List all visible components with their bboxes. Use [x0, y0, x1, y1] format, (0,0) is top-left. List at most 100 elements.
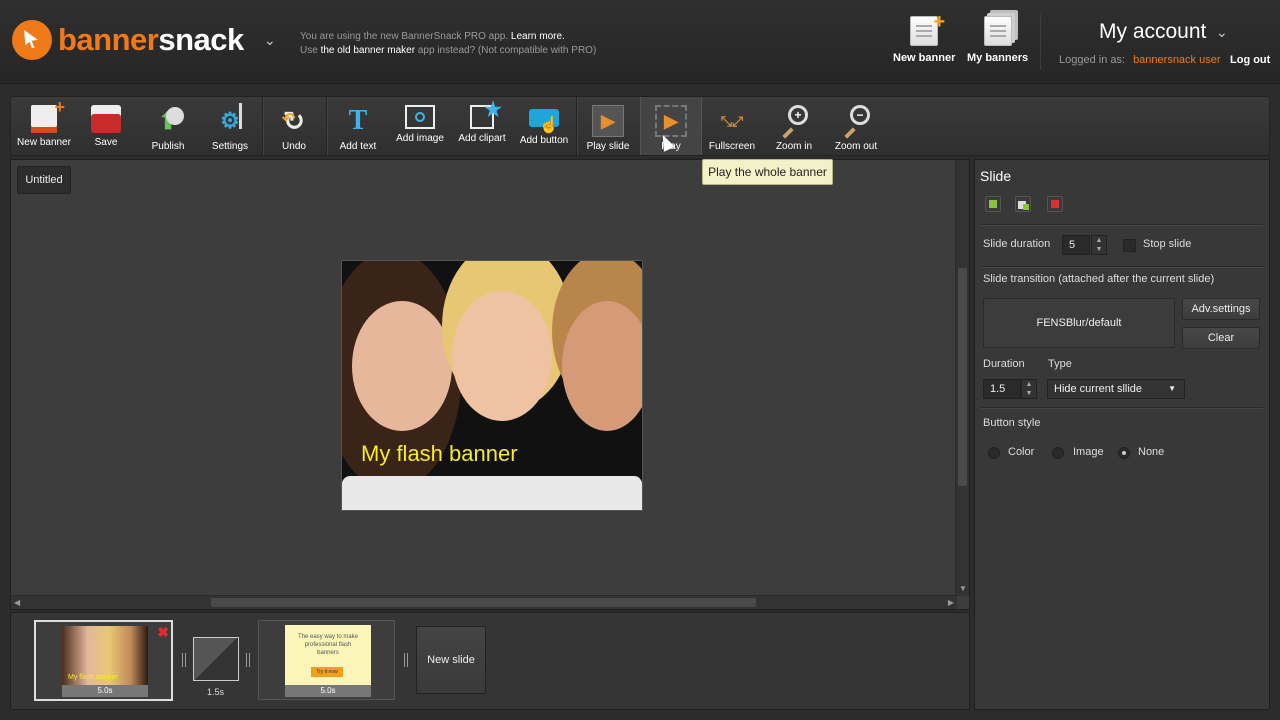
new-banner-header-label: New banner — [893, 52, 956, 64]
slide-properties-panel: Slide Slide duration 5 ▲ ▼ Stop slide Sli… — [974, 159, 1270, 710]
scroll-down-arrow-icon[interactable]: ▼ — [959, 584, 967, 593]
document-tab[interactable]: Untitled — [17, 166, 71, 194]
add-slide-icon[interactable] — [985, 196, 1001, 212]
add-image-button[interactable]: Add image — [389, 97, 451, 155]
duplicate-slide-icon[interactable] — [1015, 196, 1031, 212]
slide-duration-input[interactable]: 5 — [1062, 235, 1090, 255]
slide-1-duration: 5.0s — [62, 685, 148, 697]
play-icon: ▶ — [655, 105, 687, 137]
play-tooltip: Play the whole banner — [702, 159, 833, 185]
save-button[interactable]: Save — [75, 97, 137, 155]
transition-duration-label: 1.5s — [207, 687, 225, 697]
banner-preview[interactable]: My flash banner — [341, 260, 643, 511]
my-banners-button[interactable]: My banners — [967, 16, 1028, 64]
bannersnack-logo[interactable]: bannersnack — [12, 20, 244, 60]
slide-2-text: The easy way to make professional flash … — [297, 634, 359, 656]
new-banner-header-button[interactable]: + New banner — [893, 11, 956, 64]
type-label: Type — [1048, 358, 1072, 370]
drag-handle-icon[interactable] — [246, 653, 250, 667]
slide-thumbnail-2[interactable]: The easy way to make professional flash … — [258, 620, 395, 700]
top-header: bannersnack ⌄ You are using the new Bann… — [0, 0, 1280, 84]
app-window: bannersnack ⌄ You are using the new Bann… — [0, 0, 1280, 720]
globe-upload-icon: ⬆ — [152, 105, 184, 137]
banner-photo — [352, 301, 452, 431]
drag-handle-icon[interactable] — [182, 653, 186, 667]
chevron-down-icon[interactable]: ⌄ — [264, 32, 276, 49]
image-frame-icon — [405, 105, 435, 129]
banner-photo — [562, 301, 642, 431]
style-none-radio[interactable] — [1118, 447, 1130, 459]
add-button-button[interactable]: ☝ Add button — [513, 97, 575, 155]
duration-label: Duration — [983, 358, 1025, 370]
transition-type-select[interactable]: Hide current sllide ▼ — [1047, 379, 1185, 399]
style-color-label: Color — [1008, 446, 1035, 458]
clear-transition-button[interactable]: Clear — [1182, 327, 1260, 349]
transition-duration-stepper[interactable]: ▲ ▼ — [1021, 379, 1037, 399]
editor-toolbar: + New banner Save ⬆ Publish ⚙ Settings ↶… — [10, 96, 1270, 156]
new-banner-icon: + — [31, 97, 65, 133]
header-divider — [1040, 14, 1041, 70]
chevron-down-icon[interactable]: ⌄ — [1216, 24, 1228, 41]
divider — [981, 407, 1263, 408]
undo-button[interactable]: ↶ ↻ Undo — [263, 97, 325, 155]
divider — [981, 224, 1263, 225]
fullscreen-button[interactable]: ⤡⤢ Fullscreen — [701, 97, 763, 155]
old-banner-maker-link[interactable]: the old banner maker — [321, 45, 416, 56]
vertical-scrollbar[interactable]: ▼ — [955, 160, 969, 596]
zoom-out-button[interactable]: − Zoom out — [825, 97, 887, 155]
fullscreen-arrows-icon: ⤡⤢ — [720, 112, 744, 129]
banner-photo — [342, 476, 642, 510]
adv-settings-button[interactable]: Adv.settings — [1182, 298, 1260, 320]
new-slide-button[interactable]: New slide — [416, 626, 486, 694]
delete-slide-icon[interactable] — [1047, 196, 1063, 212]
zoom-out-icon: − — [840, 105, 872, 139]
slide-filmstrip: My flash banner 5.0s ✖ 1.5s The easy way… — [10, 612, 970, 710]
slide-thumbnail-1[interactable]: My flash banner 5.0s ✖ — [34, 620, 173, 701]
dropdown-arrow-icon: ▼ — [1168, 384, 1176, 393]
documents-stack-icon — [983, 16, 1012, 46]
play-slide-button[interactable]: ▶ Play slide — [577, 97, 639, 155]
button-cursor-icon: ☝ — [529, 109, 559, 134]
style-color-radio[interactable] — [988, 447, 1000, 459]
zoom-in-button[interactable]: + Zoom in — [763, 97, 825, 155]
transition-duration-input[interactable]: 1.5 — [983, 379, 1021, 399]
canvas-area[interactable]: Untitled My flash banner ▼ ◀ ▶ — [10, 159, 970, 610]
save-disk-icon — [91, 105, 121, 133]
transition-thumbnail[interactable] — [193, 637, 239, 681]
username-link[interactable]: bannersnack user — [1133, 54, 1220, 66]
horizontal-scrollbar[interactable]: ◀ ▶ — [11, 595, 957, 609]
logout-link[interactable]: Log out — [1230, 54, 1270, 66]
slide-duration-stepper[interactable]: ▲ ▼ — [1091, 235, 1107, 255]
play-slide-icon: ▶ — [592, 105, 624, 137]
my-account-menu[interactable]: My account — [1099, 20, 1206, 44]
add-text-button[interactable]: T Add text — [327, 97, 389, 155]
scroll-left-arrow-icon[interactable]: ◀ — [14, 598, 20, 607]
logo-wordmark: bannersnack — [58, 22, 244, 57]
divider — [981, 266, 1263, 267]
stop-slide-label: Stop slide — [1143, 238, 1192, 250]
scroll-right-arrow-icon[interactable]: ▶ — [948, 598, 954, 607]
stop-slide-checkbox[interactable] — [1123, 239, 1136, 252]
publish-button[interactable]: ⬆ Publish — [137, 97, 199, 155]
new-document-icon: + — [910, 11, 945, 46]
settings-button[interactable]: ⚙ Settings — [199, 97, 261, 155]
banner-text-layer[interactable]: My flash banner — [361, 441, 518, 467]
button-style-label: Button style — [983, 417, 1041, 429]
style-image-label: Image — [1073, 446, 1104, 458]
undo-icon: ↶ ↻ — [282, 105, 305, 136]
add-clipart-button[interactable]: ★ Add clipart — [451, 97, 513, 155]
delete-slide-icon[interactable]: ✖ — [157, 624, 169, 641]
logged-in-info: Logged in as: bannersnack user — [1059, 54, 1221, 66]
transition-preset-box[interactable]: FENSBlur/default — [983, 298, 1175, 348]
scrollbar-thumb[interactable] — [211, 598, 756, 607]
settings-tools-icon: ⚙ — [214, 103, 246, 137]
slide-1-caption: My flash banner — [68, 674, 118, 681]
learn-more-link[interactable]: Learn more. — [511, 31, 565, 42]
slide-2-preview: The easy way to make professional flash … — [285, 625, 371, 685]
zoom-in-icon: + — [778, 105, 810, 139]
scrollbar-thumb[interactable] — [958, 268, 967, 486]
new-banner-button[interactable]: + New banner — [13, 97, 75, 155]
slide-2-try-button: Try it now — [311, 667, 343, 677]
style-image-radio[interactable] — [1052, 447, 1064, 459]
drag-handle-icon[interactable] — [404, 653, 408, 667]
